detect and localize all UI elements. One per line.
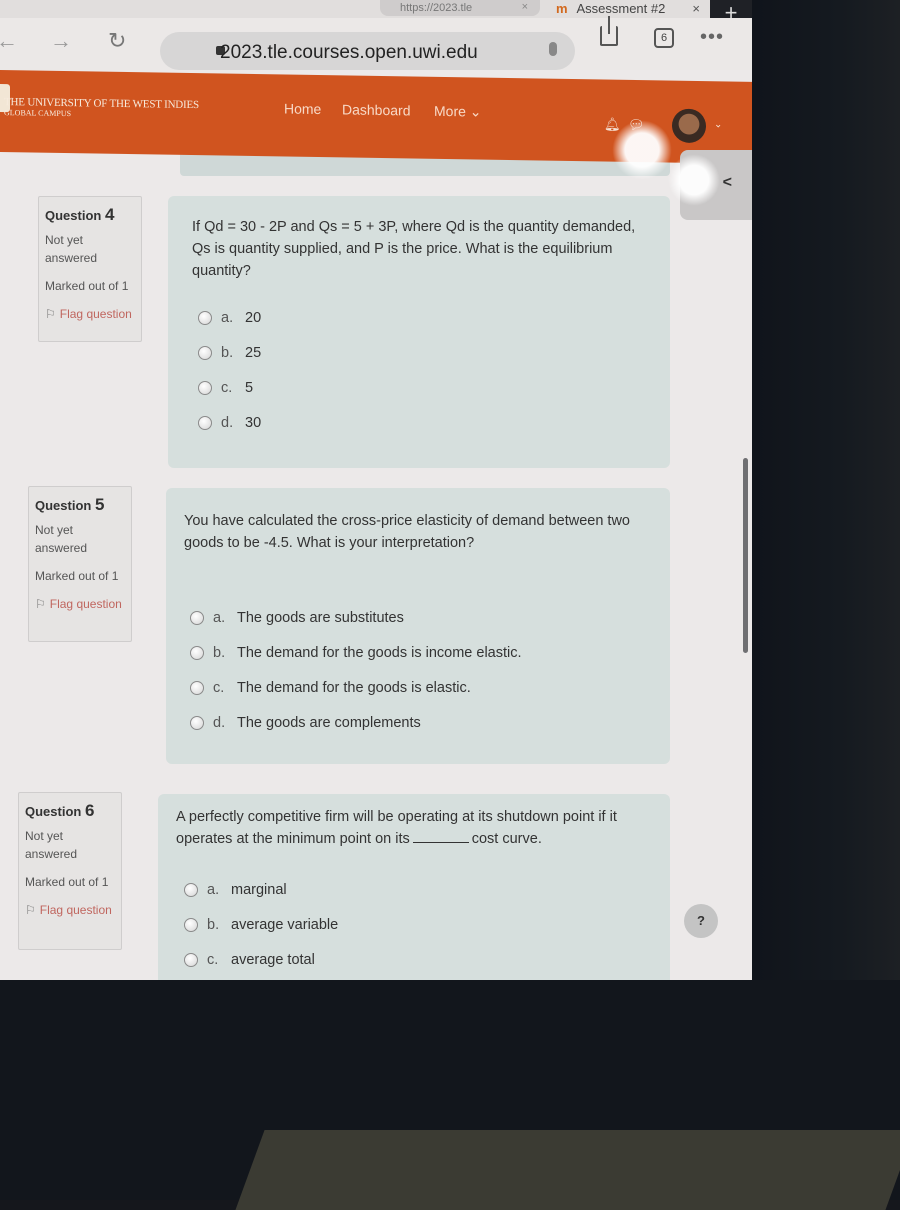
answer-option[interactable]: c. 5 xyxy=(198,370,261,405)
radio-button[interactable] xyxy=(184,952,198,967)
nav-more[interactable]: More ⌄ xyxy=(434,103,482,121)
answer-list: a. The goods are substitutes b. The demand… xyxy=(190,600,522,740)
question-state: Not yet answered xyxy=(35,523,88,555)
flag-question-link[interactable]: ⚐ Flag question xyxy=(35,595,125,614)
answer-option-selected[interactable]: d.total xyxy=(184,977,338,980)
answer-option[interactable]: b. The demand for the goods is income ela… xyxy=(190,635,522,670)
tab-previous[interactable]: https://2023.tle × xyxy=(380,0,540,16)
radio-button[interactable] xyxy=(198,345,212,360)
answer-option[interactable]: b. average variable xyxy=(184,907,338,942)
brand-subtitle: GLOBAL CAMPUS xyxy=(4,108,72,119)
tab-strip: https://2023.tle × m Assessment #2 × + xyxy=(0,0,752,28)
answer-option[interactable]: c. The demand for the goods is elastic. xyxy=(190,670,522,705)
question-state: Not yet answered xyxy=(45,233,98,265)
answer-option[interactable]: a. marginal xyxy=(184,872,338,907)
radio-button[interactable] xyxy=(190,680,204,695)
question-marks: Marked out of 1 xyxy=(35,569,119,583)
question-number: Question 5 xyxy=(35,495,105,514)
share-icon[interactable] xyxy=(600,16,618,46)
question-text: A perfectly competitive firm will be ope… xyxy=(176,809,617,847)
flag-icon: ⚐ xyxy=(25,903,36,917)
radio-button[interactable] xyxy=(190,645,204,660)
chevron-left-icon: < xyxy=(722,174,732,191)
question-state: Not yet answered xyxy=(25,829,78,861)
reload-icon[interactable]: ↻ xyxy=(108,28,126,54)
answer-option[interactable]: d. 30 xyxy=(198,405,261,440)
close-icon[interactable]: × xyxy=(692,1,700,16)
nav-dashboard[interactable]: Dashboard xyxy=(342,101,411,118)
question-marks: Marked out of 1 xyxy=(25,875,109,889)
radio-button[interactable] xyxy=(190,715,204,730)
address-bar-row: ← → ↻ 2023.tle.courses.open.uwi.edu xyxy=(0,18,752,70)
back-icon[interactable]: ← xyxy=(0,28,18,54)
url-bar[interactable]: 2023.tle.courses.open.uwi.edu xyxy=(160,32,575,70)
more-options-icon[interactable]: ••• xyxy=(700,26,724,49)
question-text: You have calculated the cross-price elas… xyxy=(184,513,630,551)
tab-assessment-label: Assessment #2 xyxy=(576,1,666,16)
answer-option[interactable]: a. 20 xyxy=(198,300,261,335)
flag-question-link[interactable]: ⚐ Flag question xyxy=(25,901,115,920)
tab-previous-label: https://2023.tle xyxy=(400,2,473,14)
answer-list: a. marginal b. average variable c. average … xyxy=(184,872,338,980)
nav-home[interactable]: Home xyxy=(284,100,321,117)
screen-glare xyxy=(668,154,720,206)
url-text[interactable]: 2023.tle.courses.open.uwi.edu xyxy=(220,42,478,64)
radio-button[interactable] xyxy=(198,415,212,430)
question-content-6: A perfectly competitive firm will be ope… xyxy=(158,794,670,980)
fill-in-blank xyxy=(412,842,469,843)
answer-option[interactable]: d. The goods are complements xyxy=(190,705,522,740)
question-info-6: Question 6 Not yet answered Marked out o… xyxy=(18,792,122,950)
microphone-icon[interactable] xyxy=(549,42,557,56)
answer-list: a. 20 b. 25 c. 5 d. 30 xyxy=(198,300,261,440)
answer-option[interactable]: c. average total xyxy=(184,942,338,977)
close-icon[interactable]: × xyxy=(522,1,528,13)
question-number: Question 4 xyxy=(45,205,115,224)
screen-glare xyxy=(612,120,672,180)
flag-icon: ⚐ xyxy=(45,307,56,321)
tab-assessment[interactable]: m Assessment #2 × xyxy=(550,0,710,18)
question-info-4: Question 4 Not yet answered Marked out o… xyxy=(38,196,142,342)
question-info-5: Question 5 Not yet answered Marked out o… xyxy=(28,486,132,642)
question-marks: Marked out of 1 xyxy=(45,279,129,293)
question-number: Question 6 xyxy=(25,801,95,820)
radio-button[interactable] xyxy=(198,310,212,325)
radio-button[interactable] xyxy=(198,380,212,395)
radio-button[interactable] xyxy=(190,610,204,625)
tabs-count-button[interactable]: 6 xyxy=(654,28,674,48)
radio-button[interactable] xyxy=(184,917,198,932)
flag-question-link[interactable]: ⚐ Flag question xyxy=(45,305,135,324)
user-avatar[interactable] xyxy=(672,108,706,144)
flag-icon: ⚐ xyxy=(35,597,46,611)
question-content-5: You have calculated the cross-price elas… xyxy=(166,488,670,764)
help-button[interactable]: ? xyxy=(684,904,718,938)
question-content-4: If Qd = 30 - 2P and Qs = 5 + 3P, where Q… xyxy=(168,196,670,468)
question-text: If Qd = 30 - 2P and Qs = 5 + 3P, where Q… xyxy=(192,219,636,279)
forward-icon[interactable]: → xyxy=(50,28,72,54)
chevron-down-icon[interactable]: ⌄ xyxy=(714,119,722,130)
answer-option[interactable]: b. 25 xyxy=(198,335,261,370)
background-fabric xyxy=(235,1130,900,1210)
moodle-favicon-icon: m xyxy=(556,1,568,16)
page-scrollbar[interactable] xyxy=(743,458,748,653)
answer-option[interactable]: a. The goods are substitutes xyxy=(190,600,522,635)
radio-button[interactable] xyxy=(184,882,198,897)
browser-screen: https://2023.tle × m Assessment #2 × + ←… xyxy=(0,0,752,980)
